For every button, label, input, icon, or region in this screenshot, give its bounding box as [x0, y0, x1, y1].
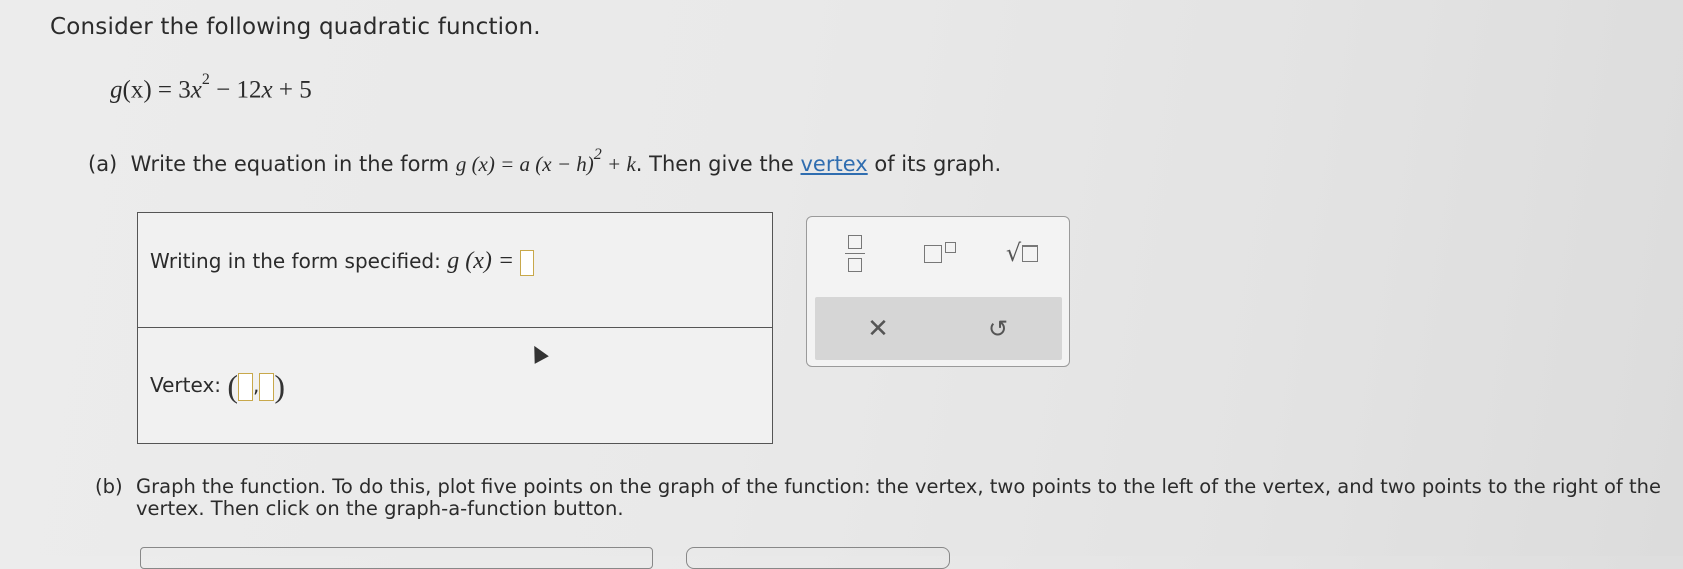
exponent-button[interactable] [918, 238, 962, 270]
sqrt-icon: √ [1005, 239, 1022, 267]
part-a-label: (a) [88, 152, 118, 176]
part-a-prompt: (a) Write the equation in the form g (x)… [88, 146, 1002, 176]
answer-panel [137, 212, 773, 444]
part-b-text: Graph the function. To do this, plot fiv… [136, 475, 1661, 520]
form-answer-row: Writing in the form specified: g (x) = [150, 248, 535, 276]
fraction-button[interactable] [838, 230, 872, 276]
vertex-label: Vertex: [150, 373, 222, 397]
undo-button[interactable]: ↺ [980, 312, 1016, 346]
vertex-link[interactable]: vertex [801, 152, 868, 176]
graph-area-edge [140, 547, 653, 569]
toolbar-action-strip [815, 297, 1062, 360]
undo-icon: ↺ [987, 315, 1009, 343]
sqrt-button[interactable]: √ [1000, 236, 1044, 270]
vertex-answer-row: Vertex: (,) [150, 368, 286, 404]
clear-button[interactable]: ✕ [860, 312, 896, 346]
answer-divider [137, 327, 773, 328]
vertex-h-input[interactable] [238, 372, 254, 401]
question-intro: Consider the following quadratic functio… [50, 14, 541, 40]
graph-tools-edge [686, 547, 950, 569]
function-equation: g(x) = 3x2 − 12x + 5 [110, 71, 312, 104]
form-answer-input[interactable] [520, 249, 535, 276]
close-icon: ✕ [867, 314, 889, 344]
vertex-k-input[interactable] [259, 372, 275, 401]
part-b-label: (b) [95, 475, 123, 498]
form-answer-label: Writing in the form specified: [150, 249, 441, 273]
